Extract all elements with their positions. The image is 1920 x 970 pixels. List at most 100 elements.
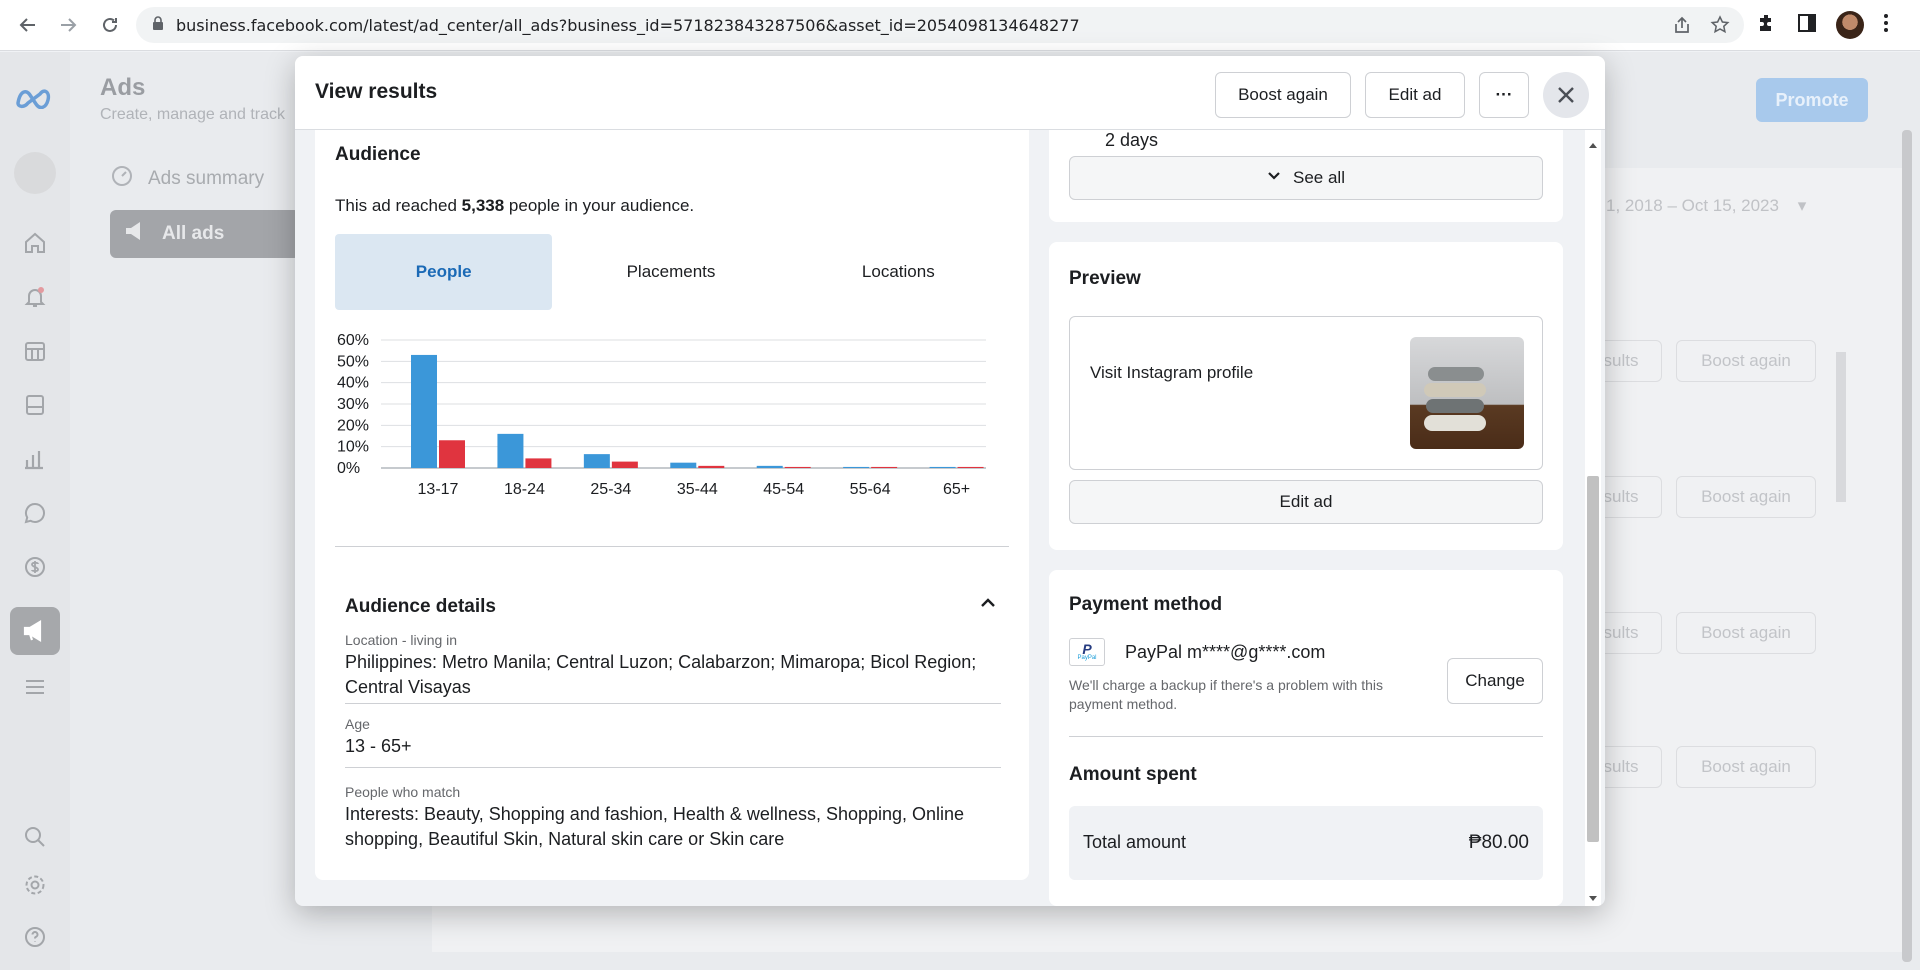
preview-card: Preview Visit Instagram profile Edit ad (1049, 242, 1563, 550)
tab-placements[interactable]: Placements (562, 234, 779, 310)
x-tick-label: 35-44 (677, 481, 718, 498)
lock-icon (152, 15, 164, 35)
search-icon[interactable] (20, 822, 50, 852)
x-tick-label: 25-34 (590, 481, 631, 498)
bar (525, 458, 552, 468)
boost-again-chip[interactable]: Boost again (1676, 612, 1816, 654)
payment-method-text: PayPal m****@g****.com (1125, 642, 1326, 662)
back-icon[interactable] (14, 11, 42, 39)
dialog-scrollbar-thumb[interactable] (1587, 476, 1599, 842)
preview-heading: Preview (1069, 268, 1141, 289)
more-options-button[interactable]: ··· (1479, 72, 1529, 118)
business-avatar[interactable] (14, 152, 56, 194)
menu-all-ads[interactable]: All ads (110, 210, 300, 258)
bar (411, 354, 437, 468)
promote-button[interactable]: Promote (1756, 78, 1868, 122)
edit-ad-button[interactable]: Edit ad (1365, 72, 1465, 118)
meta-logo-icon[interactable] (14, 82, 58, 112)
bar (497, 433, 524, 468)
tab-locations[interactable]: Locations (790, 234, 1007, 310)
reload-icon[interactable] (96, 11, 124, 39)
menu-all-ads-label: All ads (162, 223, 225, 244)
menu-ads-summary[interactable]: Ads summary (110, 164, 264, 194)
paypal-logo: P PayPal (1069, 638, 1105, 666)
forward-icon[interactable] (54, 11, 82, 39)
share-icon[interactable] (1672, 15, 1692, 40)
bar (670, 462, 697, 468)
amount-spent-heading: Amount spent (1069, 764, 1197, 785)
scroll-up-icon[interactable] (1588, 136, 1598, 154)
monetization-icon[interactable] (20, 552, 50, 582)
address-bar[interactable]: business.facebook.com/latest/ad_center/a… (136, 7, 1744, 43)
table-scrollbar[interactable] (1836, 352, 1846, 502)
y-tick-label: 60% (337, 332, 369, 349)
x-tick-label: 55-64 (850, 481, 891, 498)
close-dialog-button[interactable] (1543, 72, 1589, 118)
preview-edit-ad-button[interactable]: Edit ad (1069, 480, 1543, 524)
bar (611, 461, 638, 468)
total-amount-row: Total amount ₱80.00 (1069, 806, 1543, 880)
tab-people[interactable]: People (335, 234, 553, 310)
ads-megaphone-icon[interactable] (20, 616, 50, 646)
boost-again-button[interactable]: Boost again (1215, 72, 1351, 118)
page-scrollbar-thumb[interactable] (1902, 130, 1912, 962)
reach-prefix: This ad reached (335, 196, 462, 215)
insights-icon[interactable] (20, 444, 50, 474)
scroll-down-icon[interactable] (1588, 890, 1598, 906)
boost-again-chip[interactable]: Boost again (1676, 340, 1816, 382)
notifications-icon[interactable] (20, 282, 50, 312)
extensions-icon[interactable] (1756, 12, 1778, 39)
star-icon[interactable] (1710, 15, 1730, 40)
url-text: business.facebook.com/latest/ad_center/a… (176, 15, 1080, 35)
boost-again-chip[interactable]: Boost again (1676, 476, 1816, 518)
bar (929, 466, 956, 468)
settings-gear-icon[interactable] (20, 870, 50, 900)
audience-details-heading: Audience details (345, 596, 496, 617)
page-title: Ads (100, 74, 146, 101)
bar (698, 465, 725, 468)
inbox-icon[interactable] (20, 498, 50, 528)
divider (1069, 736, 1543, 737)
left-rail (0, 52, 70, 970)
content-icon[interactable] (20, 390, 50, 420)
menu-ads-summary-label: Ads summary (148, 168, 265, 189)
home-icon[interactable] (20, 228, 50, 258)
all-tools-icon[interactable] (20, 672, 50, 702)
visit-instagram-cta: Visit Instagram profile (1090, 363, 1254, 382)
location-label: Location - living in (345, 632, 458, 648)
close-icon (1558, 87, 1574, 103)
bar (439, 440, 465, 468)
see-all-button[interactable]: See all (1069, 156, 1543, 200)
gauge-icon (110, 164, 134, 194)
view-results-dialog: View results Boost again Edit ad ··· Aud… (295, 56, 1605, 906)
age-value: 13 - 65+ (345, 736, 412, 756)
date-range[interactable]: 1, 2018 – Oct 15, 2023 ▾ (1606, 196, 1806, 216)
y-tick-label: 30% (337, 396, 369, 413)
side-panel-icon[interactable] (1796, 12, 1818, 39)
bar (871, 466, 898, 468)
change-payment-button[interactable]: Change (1447, 658, 1543, 704)
reach-summary: This ad reached 5,338 people in your aud… (335, 196, 694, 216)
total-amount-label: Total amount (1083, 832, 1187, 852)
y-tick-label: 0% (337, 460, 360, 477)
payment-card: Payment method P PayPal PayPal m****@g**… (1049, 570, 1563, 906)
bar (784, 466, 811, 468)
chevron-down-icon (1267, 168, 1281, 188)
age-detail: Age 13 - 65+ (345, 716, 1001, 768)
payment-note: We'll charge a backup if there's a probl… (1069, 677, 1384, 712)
match-value: Interests: Beauty, Shopping and fashion,… (345, 804, 965, 849)
planner-icon[interactable] (20, 336, 50, 366)
menu-dots-icon[interactable] (1882, 12, 1890, 39)
duration-card: 2 days See all (1049, 130, 1563, 222)
location-value: Philippines: Metro Manila; Central Luzon… (345, 652, 977, 697)
boost-again-chip[interactable]: Boost again (1676, 746, 1816, 788)
help-icon[interactable] (20, 922, 50, 952)
megaphone-icon (124, 220, 148, 248)
y-tick-label: 20% (337, 417, 369, 434)
ad-preview-box[interactable]: Visit Instagram profile (1069, 316, 1543, 470)
chevron-up-icon[interactable] (979, 594, 997, 617)
location-detail: Location - living in Philippines: Metro … (345, 632, 1001, 704)
profile-avatar[interactable] (1836, 11, 1864, 39)
bar (957, 466, 984, 468)
dialog-header: View results Boost again Edit ad ··· (295, 56, 1605, 130)
